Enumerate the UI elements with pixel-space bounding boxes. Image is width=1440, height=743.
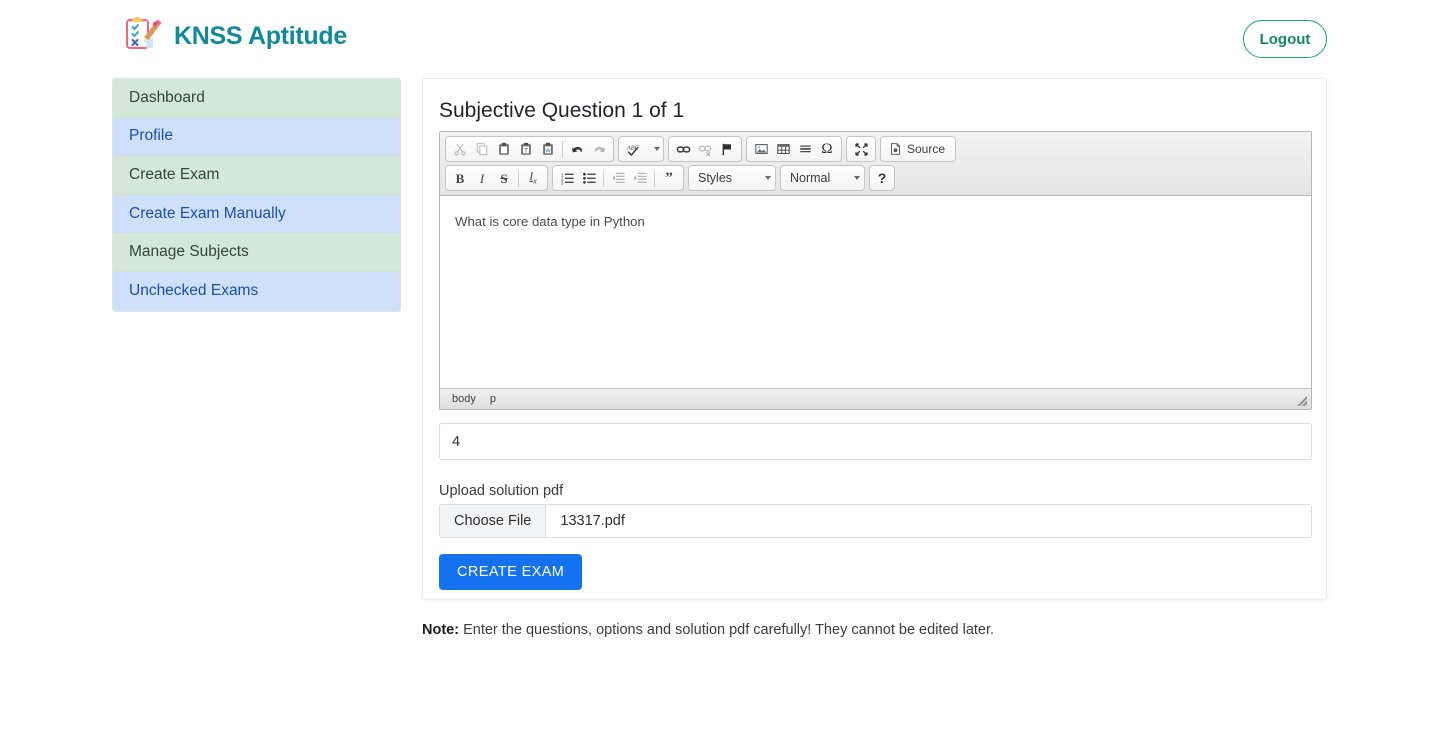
cut-icon[interactable] (449, 139, 471, 159)
styles-dropdown-label: Styles (698, 171, 732, 185)
remove-format-icon[interactable]: Ix (522, 168, 544, 188)
toolbar-separator (518, 170, 519, 187)
anchor-flag-icon[interactable] (716, 139, 738, 159)
undo-icon[interactable] (566, 139, 588, 159)
upload-label: Upload solution pdf (439, 483, 563, 499)
svg-text:T: T (524, 148, 528, 155)
chevron-down-icon (854, 176, 860, 180)
editor-toolbar: T W (440, 132, 1311, 196)
choose-file-button[interactable]: Choose File (440, 505, 546, 537)
sidebar-item-label: Unchecked Exams (129, 282, 258, 300)
indent-icon[interactable] (629, 168, 651, 188)
elements-path-body[interactable]: body (452, 393, 476, 405)
editor-elements-path: body p (440, 388, 1311, 409)
editor-toolbar-row-1: T W (445, 136, 1308, 162)
numbered-list-icon[interactable]: 1 2 3 (556, 168, 578, 188)
note-prefix: Note: (422, 622, 459, 638)
brand: KNSS Aptitude (120, 14, 347, 58)
create-exam-button[interactable]: CREATE EXAM (439, 554, 582, 590)
sidebar-item-label: Create Exam (129, 166, 219, 184)
marks-input[interactable] (439, 423, 1312, 460)
logout-button[interactable]: Logout (1243, 20, 1327, 58)
format-dropdown[interactable]: Normal (780, 165, 865, 191)
chevron-down-icon (765, 176, 771, 180)
source-group: Source (880, 136, 956, 162)
sidebar-item-manage-subjects[interactable]: Manage Subjects (113, 233, 400, 272)
toolbar-separator (654, 170, 655, 187)
links-group (668, 136, 742, 162)
sidebar-item-label: Dashboard (129, 89, 205, 107)
source-button[interactable]: Source (884, 139, 952, 159)
page-header: KNSS Aptitude Logout (0, 0, 1440, 78)
maximize-icon[interactable] (850, 139, 872, 159)
sidebar-item-unchecked-exams[interactable]: Unchecked Exams (113, 272, 400, 311)
chevron-down-icon[interactable] (654, 147, 660, 151)
horizontal-rule-icon[interactable] (794, 139, 816, 159)
sidebar-item-dashboard[interactable]: Dashboard (113, 79, 400, 118)
spellcheck-icon[interactable]: ABC (622, 139, 648, 159)
editor-content-area[interactable]: What is core data type in Python (440, 196, 1311, 388)
bold-icon[interactable]: B (449, 168, 471, 188)
clipboard-group: T W (445, 136, 614, 162)
paragraph-group: 1 2 3 (552, 165, 684, 191)
table-icon[interactable] (772, 139, 794, 159)
redo-icon[interactable] (588, 139, 610, 159)
rich-text-editor: T W (439, 131, 1312, 410)
outdent-icon[interactable] (607, 168, 629, 188)
paste-icon[interactable] (493, 139, 515, 159)
paste-word-icon[interactable]: W (537, 139, 559, 159)
unlink-icon[interactable] (694, 139, 716, 159)
sidebar-item-label: Manage Subjects (129, 243, 249, 261)
note-text: Note: Enter the questions, options and s… (422, 622, 994, 638)
question-card: Subjective Question 1 of 1 (422, 78, 1327, 600)
sidebar-item-create-exam[interactable]: Create Exam (113, 156, 400, 195)
help-button[interactable]: ? (869, 165, 895, 191)
sidebar-item-label: Create Exam Manually (129, 205, 286, 223)
editor-paragraph: What is core data type in Python (455, 214, 1296, 229)
insert-group: Ω (746, 136, 842, 162)
special-character-icon[interactable]: Ω (816, 139, 838, 159)
copy-icon[interactable] (471, 139, 493, 159)
file-upload-field[interactable]: Choose File 13317.pdf (439, 504, 1312, 538)
selected-file-name: 13317.pdf (546, 505, 625, 537)
page-title: Subjective Question 1 of 1 (423, 79, 1326, 123)
editor-toolbar-row-2: B I S Ix (445, 165, 1308, 191)
svg-text:3: 3 (560, 180, 563, 185)
source-button-label: Source (907, 142, 945, 156)
link-icon[interactable] (672, 139, 694, 159)
format-dropdown-label: Normal (790, 171, 830, 185)
clipboard-checklist-pencil-icon (120, 14, 164, 58)
blockquote-icon[interactable]: ” (658, 168, 680, 188)
note-body: Enter the questions, options and solutio… (459, 622, 994, 638)
editor-resize-handle[interactable] (1295, 394, 1308, 407)
toolbar-separator (562, 141, 563, 158)
maximize-group (846, 136, 876, 162)
sidebar-item-label: Profile (129, 127, 173, 145)
spellcheck-group: ABC (618, 136, 664, 162)
sidebar-item-create-exam-manually[interactable]: Create Exam Manually (113, 195, 400, 234)
styles-dropdown[interactable]: Styles (688, 165, 776, 191)
bulleted-list-icon[interactable] (578, 168, 600, 188)
svg-text:W: W (545, 149, 551, 155)
sidebar: Dashboard Profile Create Exam Create Exa… (112, 78, 401, 312)
italic-icon[interactable]: I (471, 168, 493, 188)
image-icon[interactable] (750, 139, 772, 159)
basic-styles-group: B I S Ix (445, 165, 548, 191)
sidebar-item-profile[interactable]: Profile (113, 118, 400, 157)
elements-path-p[interactable]: p (490, 393, 496, 405)
brand-name: KNSS Aptitude (174, 22, 347, 51)
strikethrough-icon[interactable]: S (493, 168, 515, 188)
paste-text-icon[interactable]: T (515, 139, 537, 159)
toolbar-separator (603, 170, 604, 187)
